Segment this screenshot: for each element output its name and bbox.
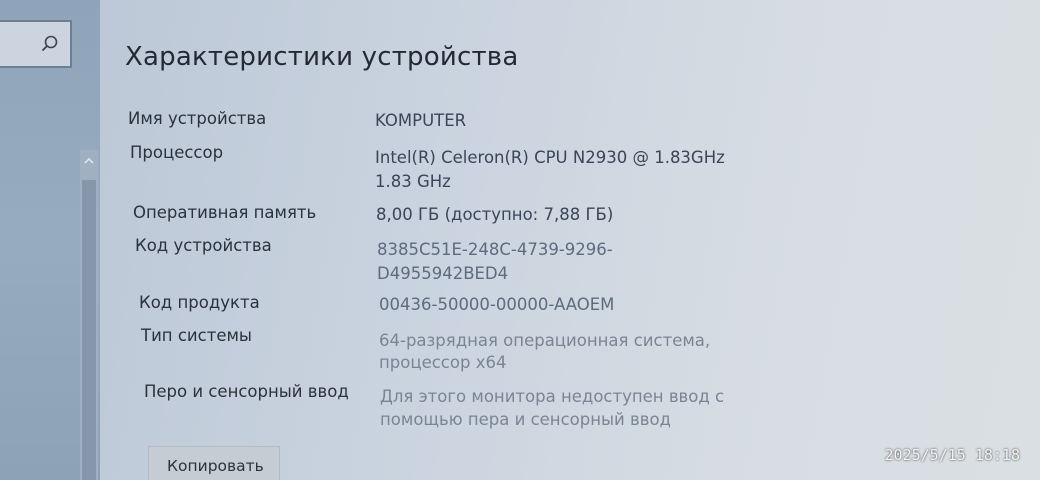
spec-label-system-type: Тип системы <box>141 326 252 345</box>
spec-label-processor: Процессор <box>130 143 224 162</box>
spec-value-processor-speed: 1.83 GHz <box>375 172 451 191</box>
spec-value-pen-touch-cont: помощью пера и сенсорный ввод <box>380 410 671 429</box>
spec-value-product-id: 00436-50000-00000-AAOEM <box>379 295 615 314</box>
navigation-pane <box>0 0 100 480</box>
spec-value-ram: 8,00 ГБ (доступно: 7,88 ГБ) <box>376 205 614 224</box>
spec-value-pen-touch: Для этого монитора недоступен ввод с <box>380 387 725 406</box>
spec-value-device-id: 8385C51E-248C-4739-9296- <box>377 240 613 259</box>
spec-label-product-id: Код продукта <box>139 293 260 312</box>
search-icon[interactable] <box>40 34 60 54</box>
spec-value-device-name: KOMPUTER <box>375 111 467 130</box>
scrollbar-thumb[interactable] <box>82 180 96 480</box>
page-title: Характеристики устройства <box>125 42 519 72</box>
spec-value-system-type-cont: процессор x64 <box>379 353 507 372</box>
spec-label-pen-touch: Перо и сенсорный ввод <box>144 382 349 401</box>
spec-value-system-type: 64-разрядная операционная система, <box>379 331 711 350</box>
spec-value-device-id-cont: D4955942BED4 <box>377 264 509 283</box>
spec-label-device-id: Код устройства <box>135 236 272 255</box>
copy-button[interactable]: Копировать <box>148 446 280 480</box>
spec-label-device-name: Имя устройства <box>128 109 267 128</box>
spec-label-ram: Оперативная память <box>133 203 317 222</box>
photo-timestamp: 2025/5/15 18:18 <box>884 446 1020 464</box>
spec-value-processor: Intel(R) Celeron(R) CPU N2930 @ 1.83GHz <box>375 148 725 167</box>
chevron-up-icon[interactable] <box>80 152 98 170</box>
search-input[interactable] <box>0 20 72 68</box>
